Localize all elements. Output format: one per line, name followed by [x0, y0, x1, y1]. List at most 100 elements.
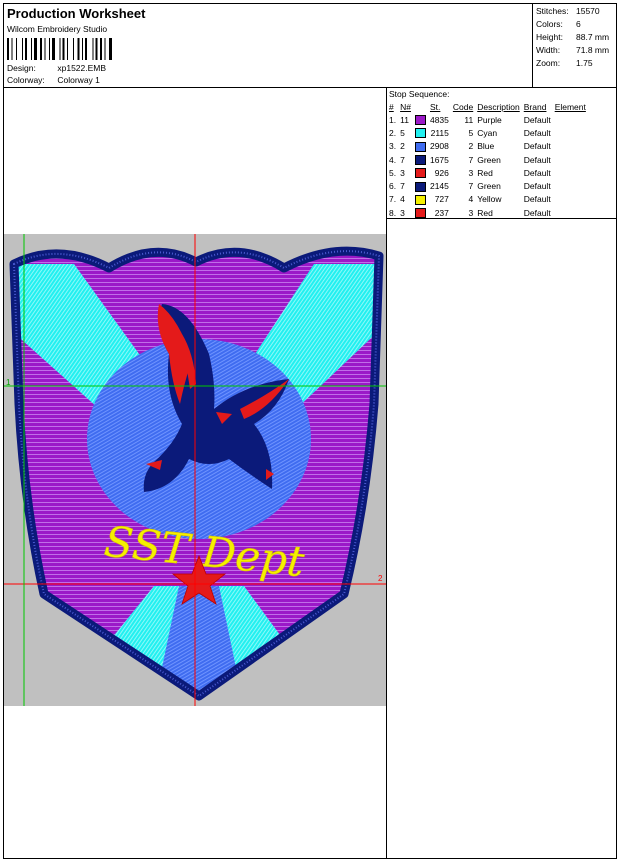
row-code: 11 [464, 114, 474, 125]
row-stitches: 237 [434, 207, 449, 218]
col-description: Description [477, 101, 520, 112]
design-label: Design: [7, 63, 36, 73]
row-description: Green [477, 181, 501, 192]
row-description: Purple [477, 114, 502, 125]
row-description: Cyan [477, 127, 498, 138]
colorway-value: Colorway 1 [57, 75, 100, 85]
row-needle: 4 [400, 194, 405, 205]
col-code: Code [452, 101, 474, 112]
row-brand: Default [523, 154, 551, 165]
row-stitches: 926 [434, 167, 449, 178]
color-swatch [414, 194, 426, 205]
row-element [553, 166, 588, 179]
row-element [553, 140, 588, 153]
row-element [553, 113, 588, 126]
row-num: 6. [389, 181, 397, 192]
stop-sequence-panel: Stop Sequence: # N# St. Code Description… [387, 88, 617, 219]
row-description: Red [477, 207, 493, 218]
embroidery-design-preview: SST Dept 1 2 [4, 234, 386, 706]
design-row: Design: xp1522.EMB [7, 63, 106, 73]
row-element [553, 153, 588, 166]
guide-label-1: 1 [6, 378, 11, 387]
col-num: # [389, 101, 394, 112]
row-needle: 5 [400, 127, 405, 138]
row-brand: Default [523, 194, 551, 205]
col-stitches: St. [429, 101, 441, 112]
row-swatch [413, 126, 428, 139]
row-brand: Default [523, 127, 551, 138]
row-needle: 7 [400, 154, 405, 165]
color-swatch [414, 115, 426, 126]
row-code: 5 [468, 127, 474, 138]
stop-row: 3. 2 2908 2 Blue Default [387, 140, 588, 153]
row-stitches: 2115 [430, 127, 449, 138]
software-name: Wilcom Embroidery Studio [7, 24, 108, 34]
color-swatch [414, 154, 426, 165]
row-needle: 3 [400, 167, 405, 178]
stop-row: 6. 7 2145 7 Green Default [387, 179, 588, 192]
design-stats: Stitches: 15570 Colors: 6 Height: 88.7 mm W… [536, 6, 610, 68]
row-element [553, 179, 588, 192]
row-stitches: 2145 [429, 181, 449, 192]
row-swatch [413, 113, 428, 126]
stop-row: 1. 11 4835 11 Purple Default [387, 113, 588, 126]
col-element: Element [554, 101, 586, 112]
row-element [553, 126, 588, 139]
row-code: 7 [468, 181, 474, 192]
row-code: 2 [468, 141, 474, 152]
guide-label-2: 2 [378, 574, 383, 583]
row-stitches: 4835 [429, 114, 449, 125]
row-code: 3 [468, 167, 474, 178]
row-description: Red [477, 167, 493, 178]
row-num: 2. [389, 127, 397, 138]
barcode-icon [7, 38, 112, 60]
stop-row: 7. 4 727 4 Yellow Default [387, 193, 588, 206]
worksheet-header: Production Worksheet Wilcom Embroidery S… [3, 3, 617, 88]
stop-row: 2. 5 2115 5 Cyan Default [387, 126, 588, 139]
row-stitches: 2908 [429, 141, 449, 152]
row-swatch [413, 193, 428, 206]
color-swatch [414, 168, 426, 179]
row-num: 4. [389, 154, 397, 165]
row-element [553, 206, 588, 219]
row-num: 7. [389, 194, 397, 205]
stop-row: 5. 3 926 3 Red Default [387, 166, 588, 179]
row-code: 3 [468, 207, 474, 218]
row-description: Yellow [477, 194, 502, 205]
row-brand: Default [523, 207, 551, 218]
row-swatch [413, 153, 428, 166]
row-needle: 2 [400, 141, 405, 152]
row-num: 8. [389, 207, 397, 218]
header-info: Production Worksheet Wilcom Embroidery S… [3, 3, 533, 87]
row-brand: Default [523, 167, 551, 178]
page-title: Production Worksheet [7, 6, 146, 21]
row-num: 1. [389, 114, 397, 125]
row-swatch [413, 140, 428, 153]
color-swatch [414, 128, 426, 139]
row-stitches: 1675 [429, 154, 449, 165]
row-needle: 7 [400, 181, 405, 192]
row-num: 5. [389, 167, 397, 178]
design-value: xp1522.EMB [57, 63, 107, 73]
stop-sequence-header: # N# St. Code Description Brand Element [387, 100, 588, 113]
row-swatch [413, 206, 428, 219]
color-swatch [414, 181, 426, 192]
stop-sequence-table: # N# St. Code Description Brand Element … [387, 100, 588, 219]
stop-sequence-title: Stop Sequence: [389, 89, 450, 99]
row-description: Green [477, 154, 501, 165]
row-brand: Default [523, 114, 551, 125]
row-stitches: 727 [434, 194, 449, 205]
col-needle: N# [400, 101, 411, 112]
colorway-label: Colorway: [7, 75, 45, 85]
row-code: 4 [468, 194, 474, 205]
stop-row: 4. 7 1675 7 Green Default [387, 153, 588, 166]
row-code: 7 [468, 154, 474, 165]
colorway-row: Colorway: Colorway 1 [7, 75, 100, 85]
row-swatch [413, 179, 428, 192]
row-needle: 11 [400, 114, 409, 125]
row-brand: Default [523, 181, 551, 192]
color-swatch [414, 208, 426, 219]
row-needle: 3 [400, 207, 405, 218]
row-brand: Default [523, 141, 551, 152]
col-swatch [413, 100, 428, 113]
